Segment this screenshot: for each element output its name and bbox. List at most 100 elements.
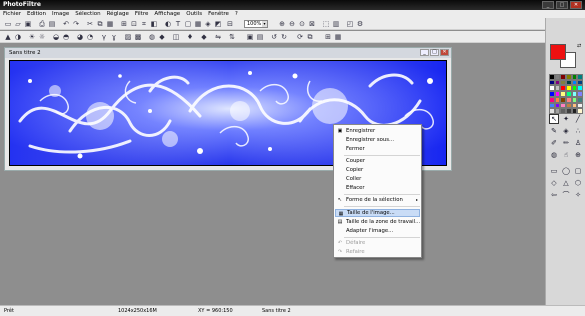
undo-icon[interactable]: ↶ <box>62 20 70 28</box>
zoom-select[interactable]: 100% ▾ <box>244 20 268 28</box>
new-file-icon[interactable]: ▭ <box>4 20 12 28</box>
arrow-shape-tool[interactable]: ⇦ <box>549 190 559 200</box>
paste-icon[interactable]: ▦ <box>106 20 114 28</box>
rotate-left-icon[interactable]: ↺ <box>270 33 278 41</box>
menu-item-refaire[interactable]: ↷ Refaire <box>335 248 420 256</box>
menu-item-defaire[interactable]: ↶ Défaire <box>335 239 420 247</box>
shadow-icon[interactable]: ◩ <box>214 20 222 28</box>
gamma-plus-icon[interactable]: γ <box>100 33 108 41</box>
lasso-shape-tool[interactable]: ⌒ <box>561 190 571 200</box>
diamond-shape-tool[interactable]: ◇ <box>549 178 559 188</box>
rectangle-shape-tool[interactable]: ▭ <box>549 166 559 176</box>
minimize-button[interactable]: _ <box>542 1 554 9</box>
stamp-tool[interactable]: ♙ <box>573 138 583 148</box>
zoom-out-icon[interactable]: ⊖ <box>288 20 296 28</box>
flip-horizontal-icon[interactable]: ⇋ <box>214 33 222 41</box>
actual-size-icon[interactable]: ⊙ <box>298 20 306 28</box>
swap-colors-icon[interactable]: ⇄ <box>577 43 581 49</box>
fullscreen-icon[interactable]: ⬚ <box>322 20 330 28</box>
colorize-icon[interactable]: ▣ <box>246 33 254 41</box>
polygon-shape-tool[interactable]: ⬡ <box>573 178 583 188</box>
transparency-icon[interactable]: ▦ <box>334 33 342 41</box>
doc-minimize-button[interactable]: _ <box>420 49 429 56</box>
layer-icon[interactable]: ◧ <box>150 20 158 28</box>
scanner-icon[interactable]: ▤ <box>48 20 56 28</box>
menu-item-fermer[interactable]: Fermer <box>335 145 420 153</box>
pointer-tool[interactable]: ↖ <box>549 114 559 124</box>
rounded-rect-shape-tool[interactable]: ▢ <box>573 166 583 176</box>
menu-help[interactable]: ? <box>232 11 241 17</box>
menu-filtre[interactable]: Filtre <box>132 11 152 17</box>
blur-icon[interactable]: ◍ <box>148 33 156 41</box>
eyedropper-tool[interactable]: ✎ <box>549 126 559 136</box>
blur-tool[interactable]: ◍ <box>549 150 559 160</box>
canvas-size-icon[interactable]: ⊡ <box>130 20 138 28</box>
sepia-icon[interactable]: ▩ <box>134 33 142 41</box>
menu-item-couper[interactable]: Couper <box>335 157 420 165</box>
maximize-button[interactable]: □ <box>556 1 568 9</box>
menu-fenetre[interactable]: Fenêtre <box>205 11 232 17</box>
rotate-icon[interactable]: ⟳ <box>296 33 304 41</box>
menu-affichage[interactable]: Affichage <box>151 11 183 17</box>
grayscale-icon[interactable]: ▨ <box>124 33 132 41</box>
chevron-down-icon[interactable]: ▾ <box>262 21 267 27</box>
zoom-in-icon[interactable]: ⊕ <box>278 20 286 28</box>
close-button[interactable]: ✕ <box>570 1 582 9</box>
menu-item-effacer[interactable]: Effacer <box>335 184 420 192</box>
magic-wand-tool[interactable]: ✦ <box>561 114 571 124</box>
fill-tool[interactable]: ◈ <box>561 126 571 136</box>
image-size-icon[interactable]: ⊞ <box>120 20 128 28</box>
save-icon[interactable]: ▣ <box>24 20 32 28</box>
crop-icon[interactable]: ⌗ <box>140 20 148 28</box>
doc-maximize-button[interactable]: □ <box>430 49 439 56</box>
gamma-minus-icon[interactable]: ɣ <box>110 33 118 41</box>
menu-image[interactable]: Image <box>49 11 72 17</box>
explorer-icon[interactable]: ◰ <box>346 20 354 28</box>
menu-outils[interactable]: Outils <box>183 11 205 17</box>
drop-icon[interactable]: ♦ <box>186 33 194 41</box>
triangle-shape-tool[interactable]: △ <box>561 178 571 188</box>
menu-item-enregistrer-sous[interactable]: Enregistrer sous... <box>335 136 420 144</box>
menu-item-forme-selection[interactable]: ↖ Forme de la sélection ▸ <box>335 196 420 204</box>
menu-fichier[interactable]: Fichier <box>0 11 24 17</box>
plugin-icon[interactable]: ⊞ <box>324 33 332 41</box>
ellipse-shape-tool[interactable]: ◯ <box>561 166 571 176</box>
saturation-plus-icon[interactable]: ◕ <box>76 33 84 41</box>
flip-vertical-icon[interactable]: ⇅ <box>228 33 236 41</box>
dimensions-icon[interactable]: ⊟ <box>226 20 234 28</box>
doc-close-button[interactable]: ✕ <box>440 49 449 56</box>
smudge-tool[interactable]: ☝ <box>561 150 571 160</box>
brightness-minus-icon[interactable]: ☼ <box>38 33 46 41</box>
rgb-adjust-icon[interactable]: ▤ <box>256 33 264 41</box>
menu-item-taille-image[interactable]: ▦ Taille de l'image... <box>335 209 420 217</box>
emboss-icon[interactable]: ◫ <box>172 33 180 41</box>
text-icon[interactable]: T <box>174 20 182 28</box>
menu-item-taille-zone-travail[interactable]: ▤ Taille de la zone de travail... <box>335 218 421 226</box>
grid-icon[interactable]: ▦ <box>194 20 202 28</box>
frame-icon[interactable]: ▢ <box>184 20 192 28</box>
mirror-icon[interactable]: ⧉ <box>306 33 314 41</box>
fill-icon[interactable]: ◈ <box>204 20 212 28</box>
redo-icon[interactable]: ↷ <box>72 20 80 28</box>
custom-shape-tool[interactable]: ✧ <box>573 190 583 200</box>
menu-reglage[interactable]: Réglage <box>104 11 132 17</box>
saturation-minus-icon[interactable]: ◔ <box>86 33 94 41</box>
clone-tool[interactable]: ⊕ <box>573 150 583 160</box>
rotate-right-icon[interactable]: ↻ <box>280 33 288 41</box>
brush-tool[interactable]: ✐ <box>549 138 559 148</box>
copy-icon[interactable]: ⧉ <box>96 20 104 28</box>
foreground-color-swatch[interactable] <box>550 44 566 60</box>
open-file-icon[interactable]: ▱ <box>14 20 22 28</box>
settings-icon[interactable]: ⚙ <box>356 20 364 28</box>
contrast-minus-icon[interactable]: ◓ <box>62 33 70 41</box>
color-drop-icon[interactable]: ◆ <box>200 33 208 41</box>
cut-icon[interactable]: ✂ <box>86 20 94 28</box>
pencil-tool[interactable]: ✏ <box>561 138 571 148</box>
print-icon[interactable]: ⎙ <box>38 20 46 28</box>
brightness-plus-icon[interactable]: ☀ <box>28 33 36 41</box>
menu-item-copier[interactable]: Copier <box>335 166 420 174</box>
menu-edition[interactable]: Edition <box>24 11 49 17</box>
auto-levels-icon[interactable]: ▲ <box>4 33 12 41</box>
auto-contrast-icon[interactable]: ◑ <box>14 33 22 41</box>
menu-item-enregistrer[interactable]: ▣ Enregistrer <box>335 127 420 135</box>
